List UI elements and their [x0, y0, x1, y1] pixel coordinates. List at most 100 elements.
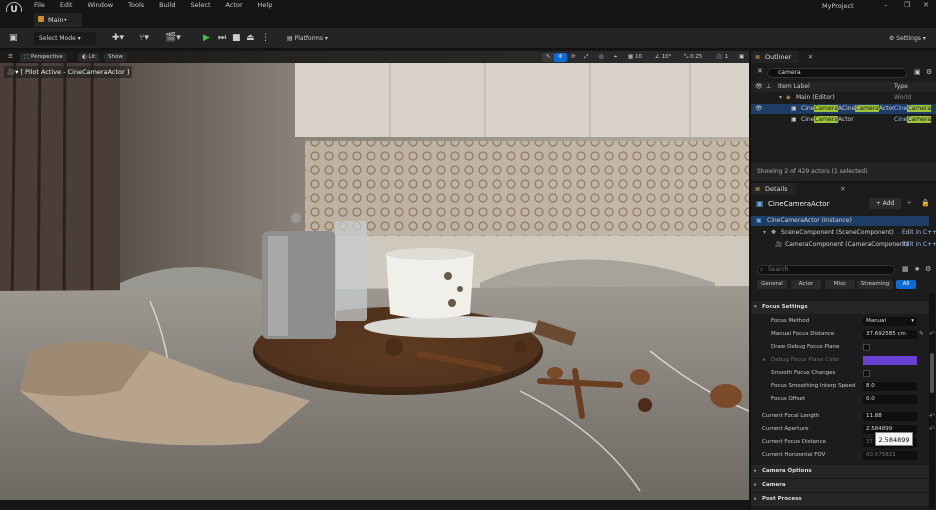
tab-main[interactable]: Main•: [34, 13, 82, 27]
rotate-tool-icon[interactable]: ⟳: [567, 53, 580, 62]
translate-tool-icon[interactable]: ✥: [554, 53, 567, 62]
level-viewport[interactable]: ☰ ⬚ Perspective ◐ Lit Show ↖ ✥ ⟳ ⤢ ◎ ⌖ ▦…: [0, 51, 749, 500]
debug-color-swatch[interactable]: [863, 356, 917, 365]
viewport-menu-icon[interactable]: ☰: [4, 53, 17, 62]
add-content-icon[interactable]: ✚▾: [112, 33, 124, 44]
reset-icon[interactable]: ↶: [929, 410, 935, 423]
show-button[interactable]: Show: [104, 53, 127, 62]
close-icon[interactable]: ✕: [923, 1, 929, 9]
menu-file[interactable]: File: [34, 1, 45, 9]
category-camera[interactable]: ▸ Camera: [751, 479, 929, 492]
tab-outliner[interactable]: ≣ Outliner ✕: [751, 51, 813, 63]
focus-offset-input[interactable]: 0.0: [863, 395, 917, 404]
details-tab-label: Details: [765, 185, 788, 193]
camera-speed-button[interactable]: 🎥 1: [712, 53, 733, 62]
tree-row-cinecameraactor[interactable]: ▣ CineCameraActor CineCamera: [751, 115, 936, 125]
category-camera-options[interactable]: ▸ Camera Options: [751, 465, 929, 478]
grid-view-icon[interactable]: ▦: [902, 265, 909, 273]
surface-snap-icon[interactable]: ⌖: [610, 53, 622, 62]
favorite-star-icon[interactable]: ★: [914, 265, 920, 273]
cinematics-icon[interactable]: 🎬▾: [165, 33, 181, 44]
blueprint-icon[interactable]: ⑂▾: [139, 33, 149, 44]
edit-in-cpp-link[interactable]: Edit in C++: [902, 228, 936, 238]
focus-method-dropdown[interactable]: Manual ▾: [863, 317, 917, 326]
component-row-scene[interactable]: ▾ ✥ SceneComponent (SceneComponent) Edit…: [751, 228, 936, 238]
settings-dropdown[interactable]: ⚙ Settings ▾: [884, 32, 932, 45]
add-component-button[interactable]: + Add: [869, 198, 901, 209]
category-focus-settings[interactable]: ▾ Focus Settings: [751, 301, 929, 314]
menu-tools[interactable]: Tools: [128, 1, 144, 9]
menu-help[interactable]: Help: [258, 1, 273, 9]
outliner-settings-icon[interactable]: ⚙: [926, 68, 932, 76]
eyedropper-icon[interactable]: ✎: [919, 328, 924, 341]
step-icon[interactable]: ⏭: [218, 33, 226, 44]
blueprint-add-icon[interactable]: ⑂: [907, 199, 911, 207]
component-instance-row[interactable]: ▣ CineCameraActor (Instance): [751, 216, 929, 226]
visibility-eye-icon[interactable]: 👁: [755, 104, 763, 114]
viewport-layout-icon[interactable]: ▣: [735, 53, 748, 62]
menu-window[interactable]: Window: [87, 1, 113, 9]
clear-search-icon[interactable]: ✕: [757, 67, 763, 75]
stop-icon[interactable]: ■: [232, 33, 241, 44]
filter-all[interactable]: All: [896, 280, 916, 289]
details-settings-icon[interactable]: ⚙: [925, 265, 931, 273]
tab-details[interactable]: ≣ Details ✕: [751, 183, 846, 195]
menu-edit[interactable]: Edit: [60, 1, 73, 9]
reset-icon[interactable]: ↶: [929, 328, 935, 341]
menu-actor[interactable]: Actor: [226, 1, 243, 9]
grid-snap-toggle[interactable]: ▦ 10: [624, 53, 646, 62]
prop-manual-focus-distance: Manual Focus Distance 37.692585 cm ✎ ↶: [751, 328, 935, 341]
eject-icon[interactable]: ⏏: [246, 33, 255, 44]
minimize-icon[interactable]: –: [884, 1, 888, 9]
draw-debug-checkbox[interactable]: [863, 344, 870, 351]
prop-label: Current Aperture: [762, 426, 809, 432]
filter-general[interactable]: General: [757, 280, 787, 289]
details-search-input[interactable]: ⌕ Search: [757, 265, 895, 275]
component-row-camera[interactable]: 🎥 CameraComponent (CameraComponent) Edit…: [751, 240, 936, 250]
column-type[interactable]: Type: [894, 82, 908, 92]
perspective-button[interactable]: ⬚ Perspective: [20, 53, 67, 62]
lock-icon[interactable]: 🔒: [921, 199, 930, 207]
details-scrollbar[interactable]: [929, 293, 935, 508]
scale-tool-icon[interactable]: ⤢: [580, 53, 593, 62]
visibility-header-icon[interactable]: 👁: [755, 82, 763, 92]
scale-snap-toggle[interactable]: ⤡ 0.25: [680, 53, 707, 62]
actor-camera-icon: ▣: [756, 199, 764, 208]
maximize-icon[interactable]: ❐: [904, 1, 910, 9]
column-item-label[interactable]: Item Label: [778, 82, 810, 92]
manual-focus-distance-input[interactable]: 37.692585 cm: [863, 330, 917, 339]
smooth-focus-checkbox[interactable]: [863, 370, 870, 377]
filter-actor[interactable]: Actor: [791, 280, 821, 289]
menu-build[interactable]: Build: [159, 1, 175, 9]
label-highlight: Camera: [814, 105, 838, 112]
pilot-active-label[interactable]: 🎥▾ [ Pilot Active - CineCameraActor ]: [4, 66, 133, 78]
category-post-process[interactable]: ▸ Post Process: [751, 493, 929, 506]
outliner-search-input[interactable]: camera: [767, 68, 907, 78]
pin-header-icon[interactable]: ⊥: [766, 82, 771, 92]
filter-streaming[interactable]: Streaming: [857, 280, 893, 289]
more-options-icon[interactable]: ⋮: [261, 33, 270, 44]
reset-icon[interactable]: ↶: [929, 423, 935, 436]
actor-name[interactable]: CineCameraActor: [768, 200, 829, 208]
lit-button[interactable]: ◐ Lit: [78, 53, 100, 62]
menu-select[interactable]: Select: [190, 1, 210, 9]
folder-add-icon[interactable]: ▣: [914, 68, 921, 76]
select-mode-dropdown[interactable]: Select Mode ▾: [34, 32, 96, 45]
level-icon: [38, 16, 44, 22]
interp-speed-input[interactable]: 8.0: [863, 382, 917, 391]
tree-row-main-editor[interactable]: ▾ ◈ Main (Editor) World: [751, 93, 936, 103]
select-tool-icon[interactable]: ↖: [542, 53, 555, 62]
details-scrollbar-thumb[interactable]: [930, 353, 934, 393]
world-space-icon[interactable]: ◎: [595, 53, 608, 62]
focal-length-input[interactable]: 11.88: [863, 412, 917, 421]
platforms-dropdown[interactable]: ▤ Platforms ▾: [282, 32, 334, 45]
play-icon[interactable]: ▶: [203, 33, 210, 44]
rotation-snap-toggle[interactable]: ∠ 10°: [651, 53, 676, 62]
edit-in-cpp-link[interactable]: Edit in C++: [902, 240, 936, 250]
expand-arrow-icon: ▸: [754, 468, 757, 474]
tree-row-cinecameraactor-selected[interactable]: 👁 ▣ CineCameraACineCameraActor CineCamer…: [751, 104, 936, 114]
save-icon[interactable]: ▣: [9, 33, 18, 44]
filter-misc[interactable]: Misc: [825, 280, 855, 289]
close-details-icon[interactable]: ✕: [840, 183, 845, 195]
close-outliner-icon[interactable]: ✕: [808, 51, 813, 63]
